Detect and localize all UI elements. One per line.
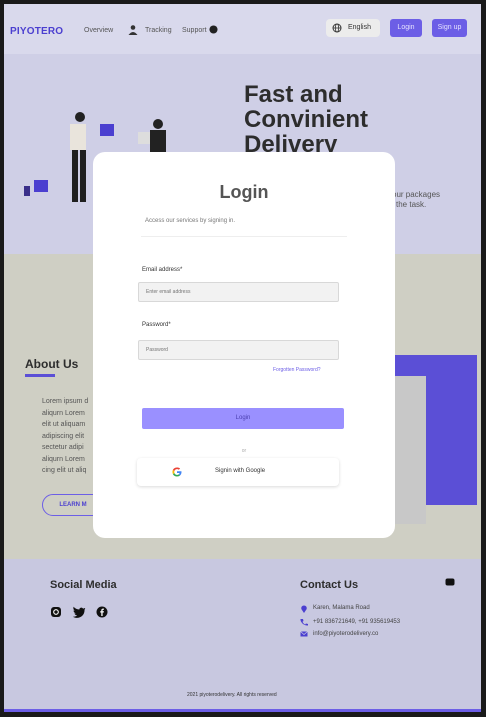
google-signin-button[interactable]: Signin with Google <box>137 458 339 486</box>
nav-overview[interactable]: Overview <box>84 27 113 34</box>
password-field[interactable] <box>138 340 339 360</box>
about-text-line: aliqurn Lorem <box>42 409 85 417</box>
about-text-line: Lorem ipsum d <box>42 398 89 405</box>
about-text-line: elit ut aliquam <box>42 421 86 428</box>
hero-subtitle: your packages the task. <box>388 190 440 210</box>
email-icon <box>300 631 308 637</box>
copyright: 2021 piyoterodelivery. All rights reserv… <box>187 692 277 698</box>
hero-subtitle-line: the task. <box>396 200 427 209</box>
instagram-icon[interactable] <box>50 606 62 618</box>
language-selector[interactable]: English <box>326 19 380 37</box>
bottom-bar <box>4 709 481 712</box>
about-text: Lorem ipsum d aliqurn Lorem elit ut aliq… <box>42 396 94 477</box>
hero-title-line: Fast and <box>244 81 343 108</box>
twitter-icon[interactable] <box>72 606 86 618</box>
top-navbar: PIYOTERO Overview Tracking Support Engli… <box>4 4 481 54</box>
email-field[interactable] <box>138 282 339 302</box>
social-media-title: Social Media <box>50 579 117 591</box>
about-text-line: aliqurn Lorem <box>42 455 85 463</box>
contact-phone: +91 836721649, +91 935619453 <box>313 619 401 625</box>
contact-us-title: Contact Us <box>300 579 359 591</box>
google-icon <box>172 467 182 477</box>
divider <box>141 236 347 237</box>
forgot-password-link[interactable]: Forgotten Password? <box>273 367 321 373</box>
login-modal: Login Access our services by signing in.… <box>93 152 395 538</box>
delivery-person-icon <box>128 25 138 35</box>
header-login-button[interactable]: Login <box>390 19 422 37</box>
about-text-line: sectetur adipi <box>42 444 84 451</box>
email-label: Email address* <box>142 267 183 273</box>
about-title: About Us <box>25 357 79 371</box>
login-button[interactable]: Login <box>142 408 344 429</box>
facebook-icon[interactable] <box>96 606 108 618</box>
hero-title-line: Convinient <box>244 106 368 133</box>
nav-tracking[interactable]: Tracking <box>145 27 172 34</box>
phone-icon <box>300 619 308 626</box>
location-pin-icon <box>301 605 307 613</box>
chat-bubble-icon <box>209 25 218 34</box>
password-label: Password* <box>142 322 171 328</box>
modal-title: Login <box>219 182 269 202</box>
google-signin-label: Signin with Google <box>215 468 266 474</box>
hero-title: Fast and Convinient Delivery <box>244 82 464 157</box>
about-text-line: cing elit ut aliq <box>42 467 87 474</box>
nav-support[interactable]: Support <box>182 27 207 34</box>
brand-logo[interactable]: PIYOTERO <box>10 26 63 37</box>
header-signup-button[interactable]: Sign up <box>432 19 467 37</box>
modal-subtitle: Access our services by signing in. <box>145 218 236 224</box>
or-separator: or <box>241 448 247 454</box>
globe-icon <box>332 23 342 33</box>
about-underline <box>25 374 55 377</box>
language-label: English <box>348 24 371 31</box>
contact-email[interactable]: info@piyoterodelivery.co <box>313 631 378 637</box>
page: PIYOTERO Overview Tracking Support Engli… <box>4 4 481 712</box>
about-text-line: adipiscing elit <box>42 432 85 440</box>
chat-icon[interactable] <box>445 578 455 587</box>
hero-subtitle-line: your packages <box>388 190 441 199</box>
contact-address: Karen, Malama Road <box>313 605 370 611</box>
